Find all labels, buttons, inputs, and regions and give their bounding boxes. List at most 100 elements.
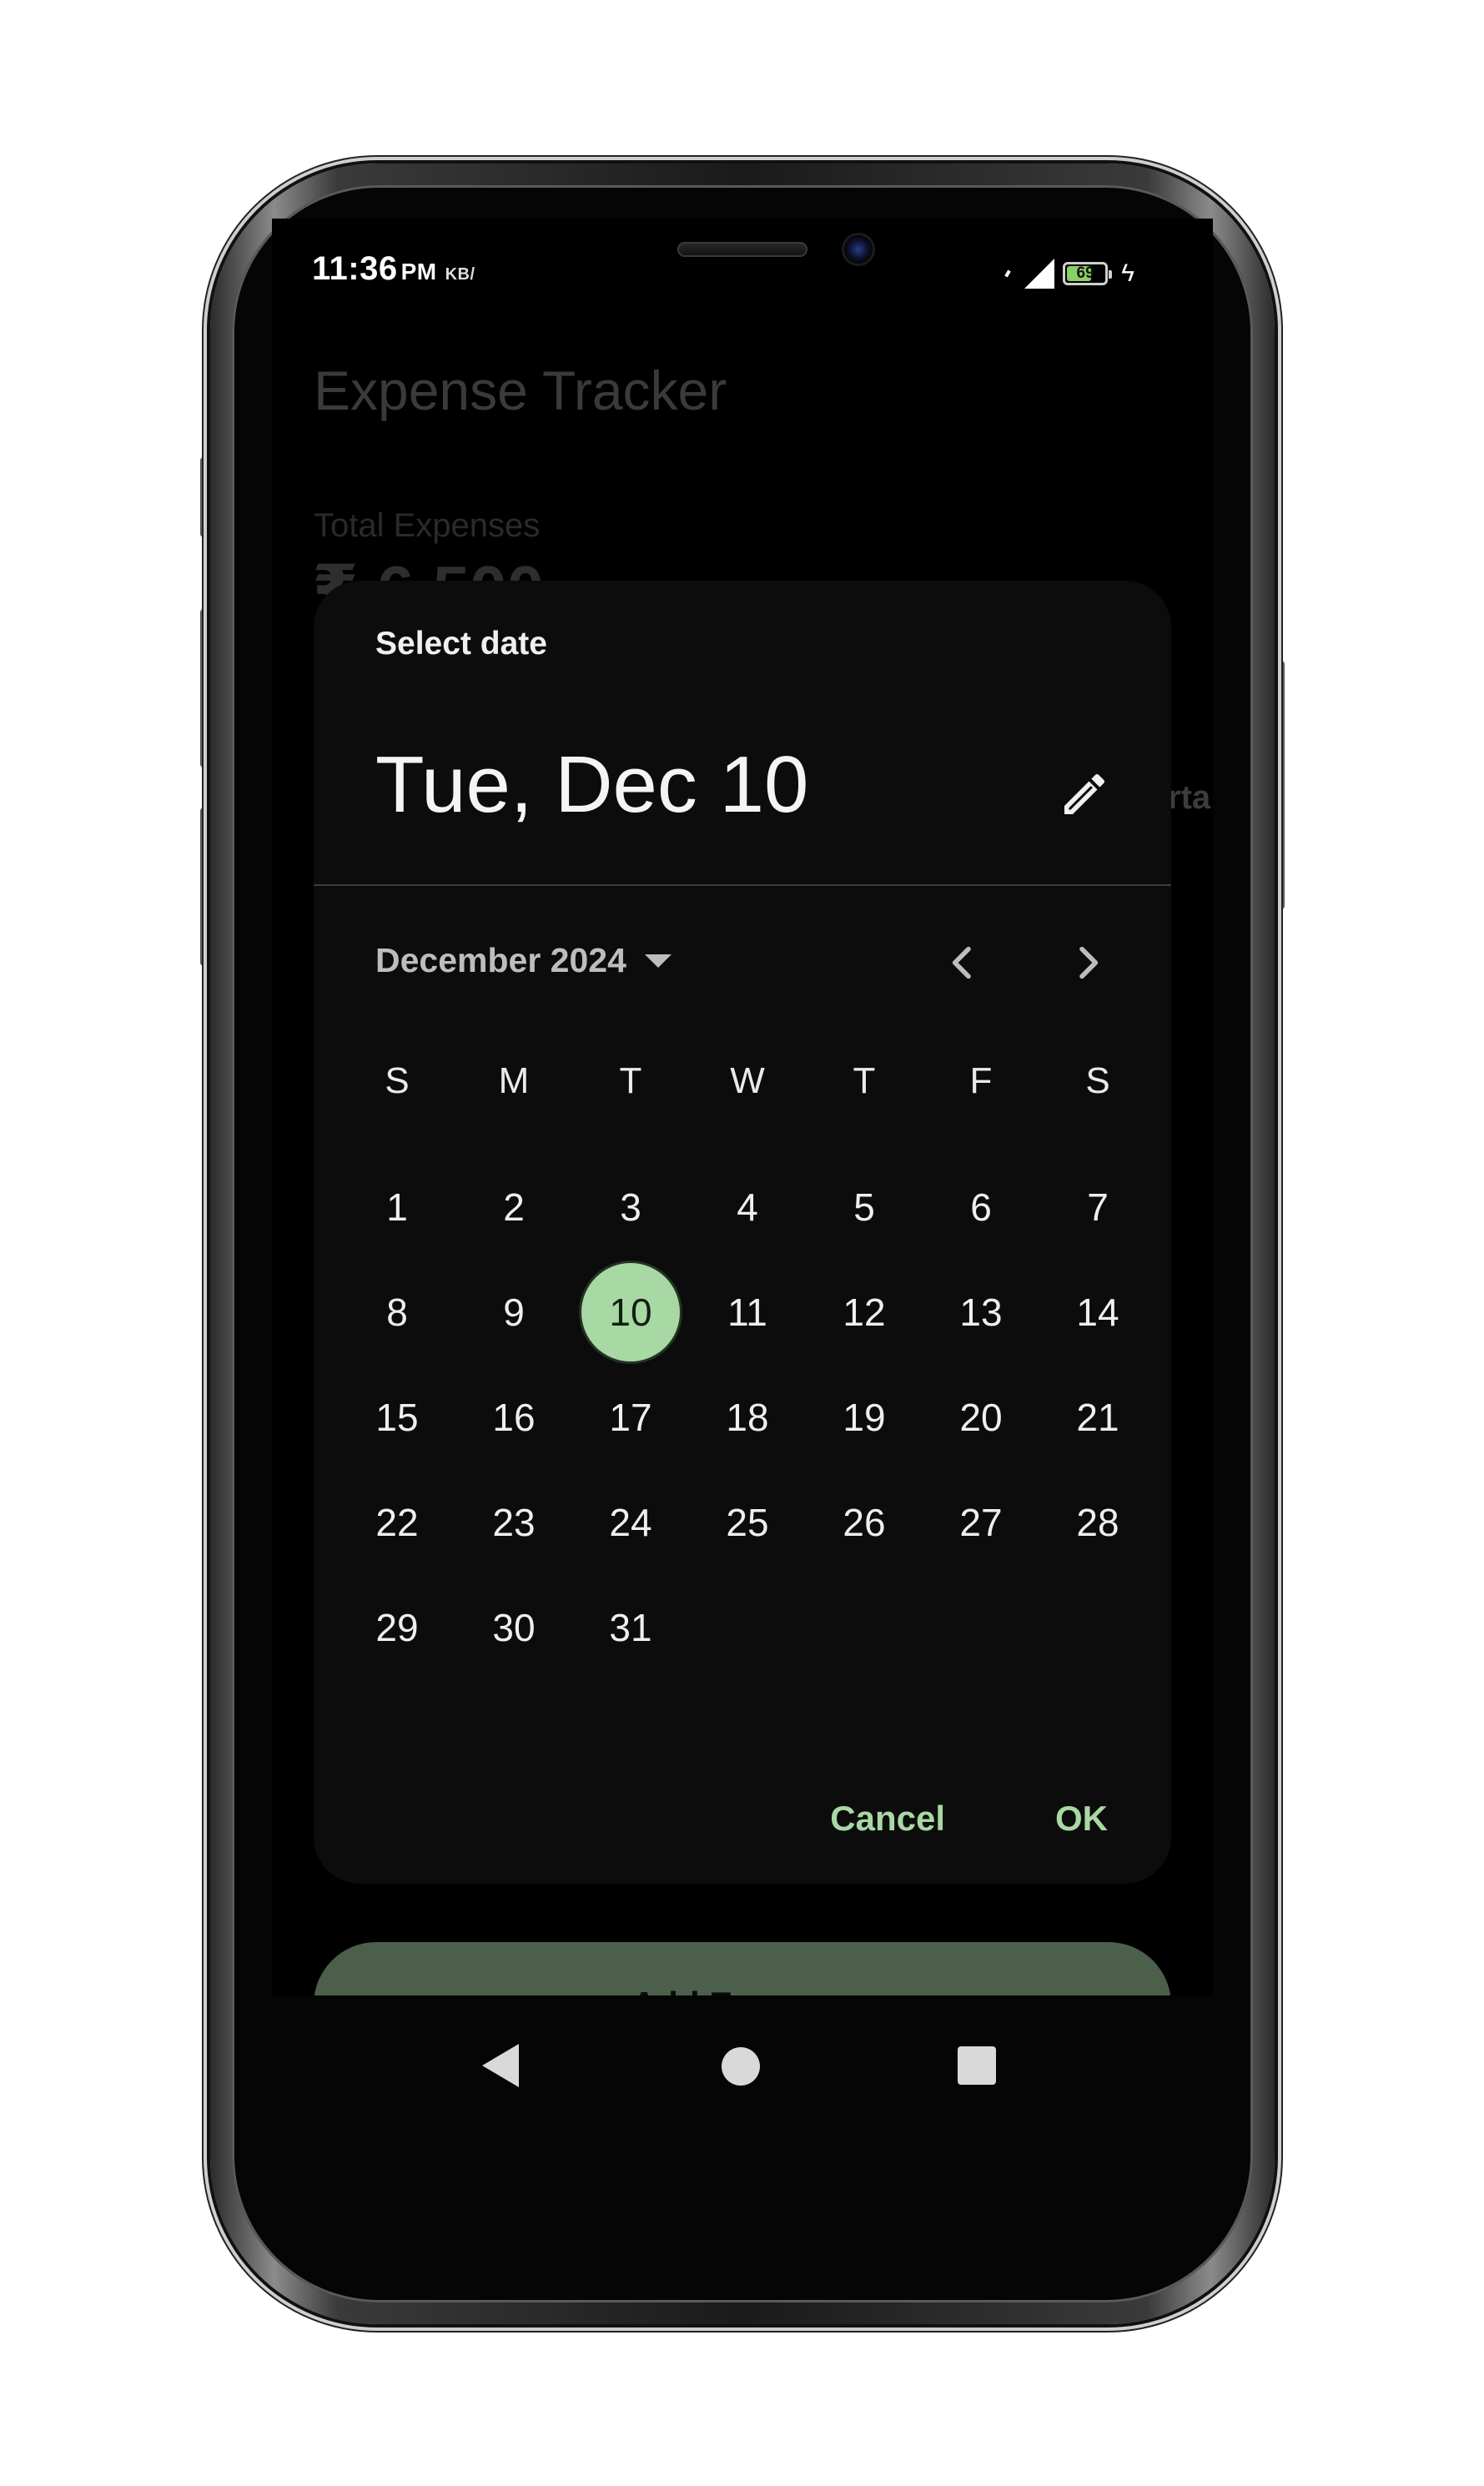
total-expenses-label: Total Expenses [314, 507, 541, 544]
selected-date-headline: Tue, Dec 10 [375, 740, 809, 829]
day-number: 7 [1087, 1185, 1109, 1229]
caret-down-icon [644, 954, 672, 968]
power-button [1273, 661, 1285, 909]
day-number: 26 [843, 1501, 886, 1544]
canvas: 11:36 PM KB/ 69 ϟ Expense Tracker Total Ex… [0, 0, 1484, 2486]
day-number: 22 [375, 1501, 419, 1544]
data-activity-icon [1004, 269, 1011, 278]
day-number: 3 [620, 1185, 641, 1229]
day-cell-selected[interactable]: 10 [572, 1260, 689, 1365]
home-icon[interactable] [722, 2047, 760, 2086]
day-number: 18 [726, 1396, 769, 1439]
day-cell[interactable]: 25 [689, 1470, 806, 1575]
day-cell[interactable]: 18 [689, 1365, 806, 1470]
day-cell[interactable]: 17 [572, 1365, 689, 1470]
day-cell[interactable]: 1 [339, 1155, 455, 1260]
month-year-label: December 2024 [375, 941, 626, 979]
day-number: 28 [1076, 1501, 1119, 1544]
day-cell[interactable]: 20 [923, 1365, 1039, 1470]
day-number: 31 [609, 1606, 652, 1649]
day-cell[interactable]: 19 [806, 1365, 923, 1470]
day-cell[interactable]: 6 [923, 1155, 1039, 1260]
month-year-selector[interactable]: December 2024 [375, 941, 672, 980]
day-cell[interactable]: 13 [923, 1260, 1039, 1365]
app-title: Expense Tracker [314, 360, 727, 421]
day-cell[interactable]: 30 [455, 1575, 572, 1680]
day-number: 1 [386, 1185, 408, 1229]
day-cell[interactable]: 11 [689, 1260, 806, 1365]
day-number: 23 [492, 1501, 536, 1544]
day-number: 19 [843, 1396, 886, 1439]
day-number: 10 [581, 1263, 680, 1361]
header-divider [314, 884, 1171, 886]
status-time: 11:36 PM KB/ [312, 250, 475, 288]
front-camera [844, 235, 873, 264]
day-number: 25 [726, 1501, 769, 1544]
day-cell[interactable]: 9 [455, 1260, 572, 1365]
chevron-right-icon[interactable] [1064, 939, 1111, 986]
navigation-bar [272, 1995, 1213, 2137]
recents-icon[interactable] [958, 2046, 996, 2085]
day-cell[interactable]: 5 [806, 1155, 923, 1260]
weekday-label: F [969, 1060, 993, 1101]
back-icon[interactable] [482, 2044, 519, 2087]
day-cell[interactable]: 12 [806, 1260, 923, 1365]
day-number: 17 [609, 1396, 652, 1439]
signal-icon [1024, 259, 1055, 289]
day-cell[interactable]: 7 [1039, 1155, 1156, 1260]
day-number: 5 [853, 1185, 875, 1229]
day-cell[interactable]: 23 [455, 1470, 572, 1575]
day-number: 12 [843, 1291, 886, 1334]
weekday-header-row: SMTWTFS [339, 1048, 1156, 1115]
day-cell[interactable]: 4 [689, 1155, 806, 1260]
day-cell[interactable]: 26 [806, 1470, 923, 1575]
day-number: 13 [959, 1291, 1003, 1334]
dialog-actions: Cancel OK [830, 1799, 1108, 1839]
day-cell[interactable]: 22 [339, 1470, 455, 1575]
day-number: 29 [375, 1606, 419, 1649]
day-number: 30 [492, 1606, 536, 1649]
calendar-days-grid: 1 2 3 4 5 6 7 8 9 10 11 12 13 14 15 16 17 18 19 20 21 22 23 24 2… [339, 1155, 1156, 1688]
day-cell[interactable]: 27 [923, 1470, 1039, 1575]
day-cell[interactable]: 24 [572, 1470, 689, 1575]
weekday-label: M [498, 1060, 530, 1101]
day-number: 8 [386, 1291, 408, 1334]
day-cell[interactable]: 2 [455, 1155, 572, 1260]
weekday-label: S [385, 1060, 410, 1101]
status-clock: 11:36 [312, 250, 398, 287]
ok-button[interactable]: OK [1055, 1799, 1108, 1839]
status-icons: 69 ϟ [1004, 259, 1134, 289]
day-cell[interactable]: 29 [339, 1575, 455, 1680]
background-partial-text: rta [1168, 779, 1211, 816]
weekday-label: S [1085, 1060, 1110, 1101]
day-number: 9 [503, 1291, 525, 1334]
day-cell[interactable]: 28 [1039, 1470, 1156, 1575]
dialog-label: Select date [375, 626, 547, 662]
charging-icon: ϟ [1121, 259, 1134, 287]
day-cell[interactable]: 14 [1039, 1260, 1156, 1365]
day-number: 6 [970, 1185, 992, 1229]
day-cell[interactable]: 21 [1039, 1365, 1156, 1470]
chevron-left-icon[interactable] [939, 939, 986, 986]
date-picker-dialog: Select date Tue, Dec 10 December 2024 S M… [314, 581, 1171, 1884]
day-cell[interactable]: 3 [572, 1155, 689, 1260]
day-cell[interactable]: 15 [339, 1365, 455, 1470]
day-number: 20 [959, 1396, 1003, 1439]
day-cell[interactable]: 16 [455, 1365, 572, 1470]
day-number: 24 [609, 1501, 652, 1544]
earpiece-speaker [677, 242, 807, 257]
day-number: 14 [1076, 1291, 1119, 1334]
day-cell[interactable]: 8 [339, 1260, 455, 1365]
day-number: 2 [503, 1185, 525, 1229]
day-number: 15 [375, 1396, 419, 1439]
pencil-icon[interactable] [1058, 767, 1111, 821]
cancel-button[interactable]: Cancel [830, 1799, 945, 1839]
day-number: 11 [727, 1291, 767, 1334]
weekday-label: T [619, 1060, 642, 1101]
day-number: 16 [492, 1396, 536, 1439]
network-speed: KB/ [445, 265, 475, 284]
weekday-label: W [730, 1060, 765, 1101]
day-number: 27 [959, 1501, 1003, 1544]
status-ampm: PM [400, 259, 437, 284]
day-cell[interactable]: 31 [572, 1575, 689, 1680]
